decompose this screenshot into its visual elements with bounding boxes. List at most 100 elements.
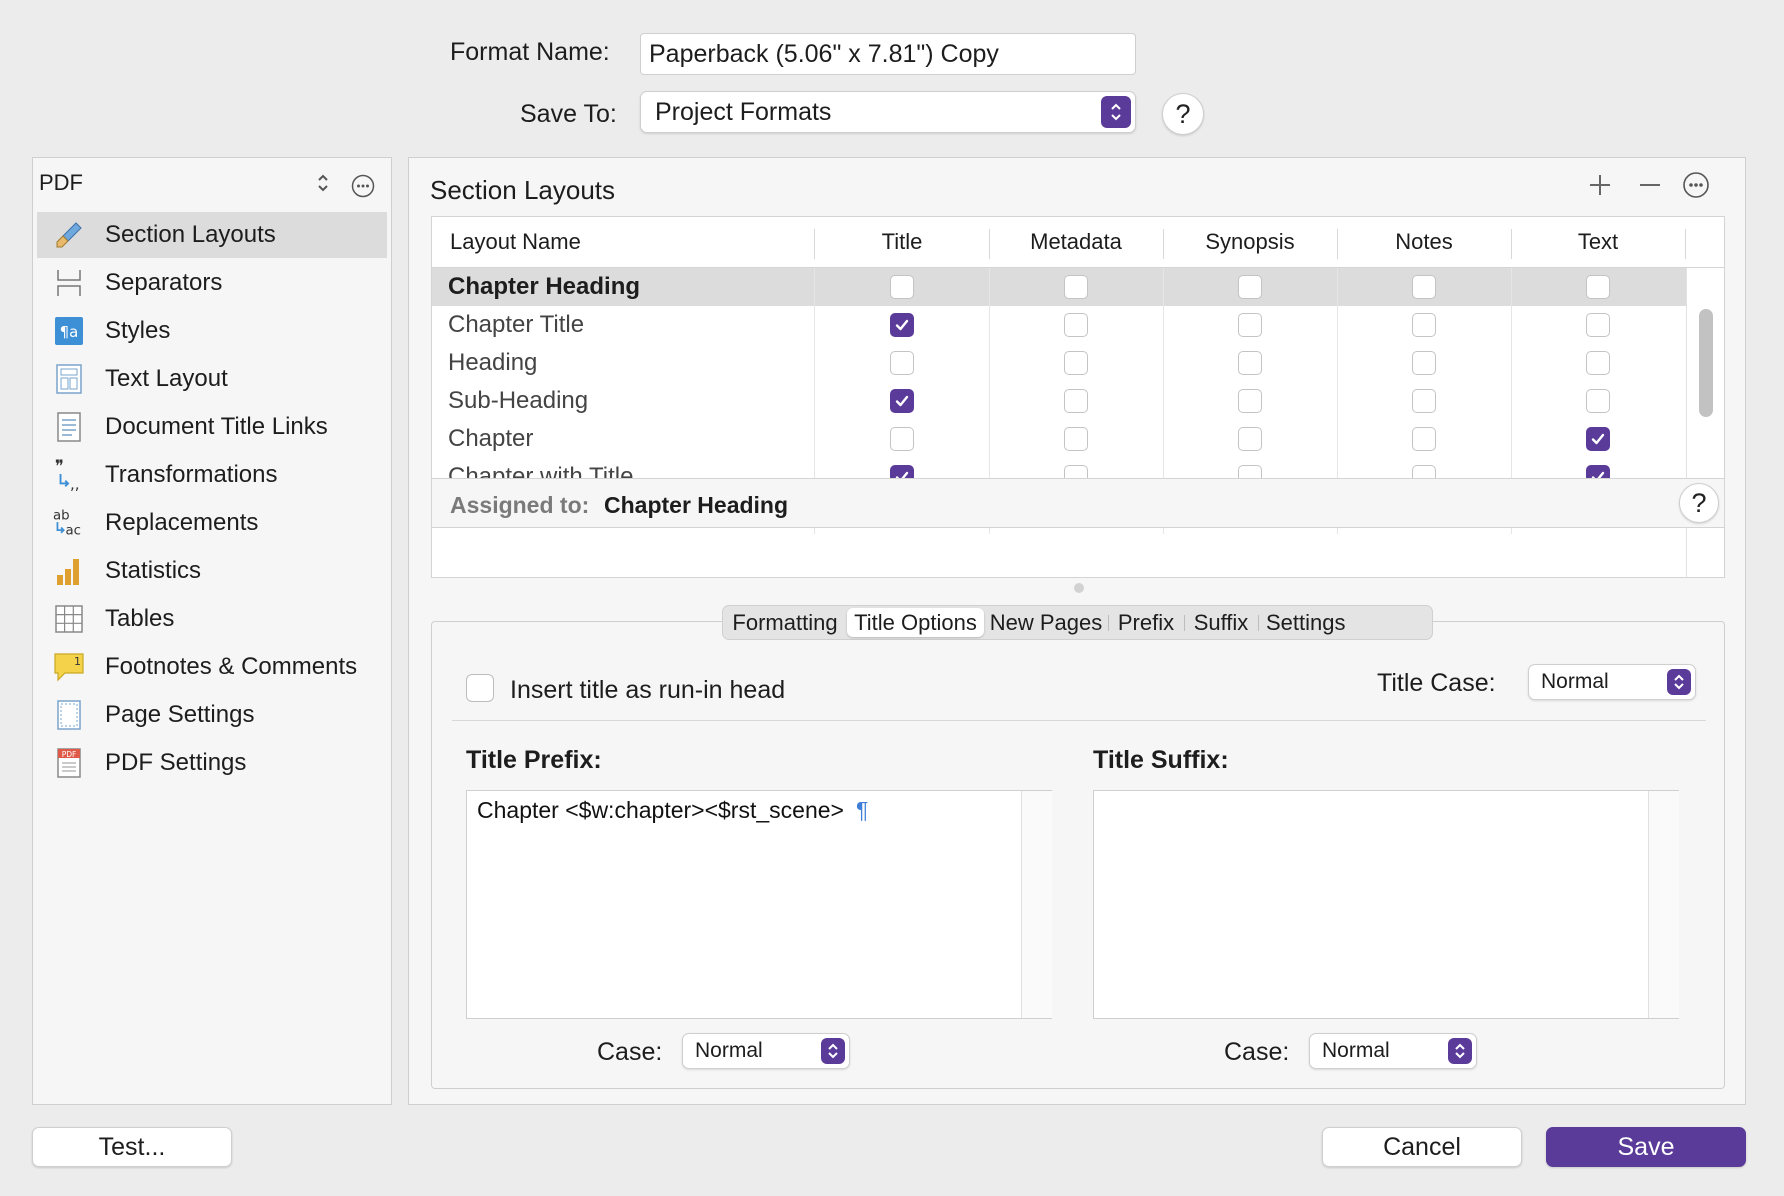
column-header-metadata[interactable]: Metadata [989, 217, 1163, 267]
title-prefix-text: Chapter <$w:chapter><$rst_scene> [477, 797, 844, 823]
checkbox[interactable] [1412, 389, 1436, 413]
table-row[interactable]: Chapter Title [432, 306, 1686, 344]
section-layouts-title: Section Layouts [430, 175, 616, 205]
sidebar-item-pdf-settings[interactable]: PDF PDF Settings [37, 740, 387, 786]
assigned-help-button[interactable]: ? [1679, 483, 1719, 523]
checkmark-icon [1591, 433, 1605, 445]
checkbox[interactable] [1064, 389, 1088, 413]
checkbox[interactable] [1586, 389, 1610, 413]
sidebar-item-separators[interactable]: Separators [37, 260, 387, 306]
checkbox[interactable] [1412, 351, 1436, 375]
checkbox[interactable] [1412, 275, 1436, 299]
checkbox[interactable] [1238, 389, 1262, 413]
run-in-checkbox[interactable] [466, 674, 494, 702]
save-to-label: Save To: [520, 100, 617, 128]
prefix-scrollbar[interactable] [1022, 791, 1052, 1018]
save-to-popup[interactable]: Project Formats [640, 91, 1136, 133]
prefix-case-label: Case: [597, 1038, 663, 1066]
tab-title-options[interactable]: Title Options [847, 606, 984, 639]
sidebar-item-text-layout[interactable]: Text Layout [37, 356, 387, 402]
sidebar-item-label: Section Layouts [105, 221, 276, 248]
column-header-synopsis[interactable]: Synopsis [1163, 217, 1337, 267]
checkbox-checked[interactable] [890, 389, 914, 413]
checkbox[interactable] [1412, 313, 1436, 337]
sidebar-more-icon[interactable] [351, 174, 375, 203]
sidebar-item-label: Styles [105, 317, 171, 344]
sidebar-item-label: Replacements [105, 509, 259, 536]
column-header-layout-name[interactable]: Layout Name [432, 217, 812, 267]
column-header-title[interactable]: Title [815, 217, 989, 267]
layout-name: Chapter Title [448, 311, 585, 338]
sidebar-item-label: PDF Settings [105, 749, 247, 776]
split-handle[interactable] [1074, 583, 1084, 593]
sidebar-item-document-title-links[interactable]: Document Title Links [37, 404, 387, 450]
table-row[interactable]: Chapter Heading [432, 268, 1686, 306]
checkbox[interactable] [1238, 275, 1262, 299]
column-header-text[interactable]: Text [1511, 217, 1685, 267]
table-row[interactable]: Sub-Heading [432, 382, 1686, 420]
brush-icon [53, 219, 85, 251]
table-scrollbar-thumb[interactable] [1699, 309, 1713, 417]
checkbox[interactable] [1064, 313, 1088, 337]
title-suffix-textarea[interactable] [1093, 790, 1679, 1019]
format-name-field[interactable]: Paperback (5.06" x 7.81") Copy [640, 33, 1136, 75]
checkbox[interactable] [890, 351, 914, 375]
sidebar-item-footnotes-comments[interactable]: 1 Footnotes & Comments [37, 644, 387, 690]
checkbox[interactable] [1412, 427, 1436, 451]
minus-icon[interactable] [1637, 172, 1663, 203]
checkbox-checked[interactable] [1586, 427, 1610, 451]
tab-suffix[interactable]: Suffix [1184, 606, 1258, 639]
tab-prefix[interactable]: Prefix [1108, 606, 1184, 639]
sidebar-item-tables[interactable]: Tables [37, 596, 387, 642]
layout-name: Sub-Heading [448, 387, 589, 414]
sidebar-item-styles[interactable]: ¶a Styles [37, 308, 387, 354]
test-button[interactable]: Test... [32, 1127, 232, 1167]
title-prefix-textarea[interactable]: Chapter <$w:chapter><$rst_scene> ¶ [466, 790, 1052, 1019]
format-type-label[interactable]: PDF [39, 170, 83, 196]
prefix-case-popup[interactable]: Normal [682, 1033, 850, 1069]
chevron-updown-icon [1101, 96, 1131, 128]
checkbox[interactable] [1064, 351, 1088, 375]
checkbox[interactable] [1586, 275, 1610, 299]
title-case-popup[interactable]: Normal [1528, 664, 1696, 700]
tab-settings[interactable]: Settings [1258, 606, 1432, 639]
svg-text:ab: ab [53, 508, 70, 523]
svg-text:PDF: PDF [62, 750, 77, 759]
tab-new-pages[interactable]: New Pages [984, 606, 1108, 639]
cancel-button[interactable]: Cancel [1322, 1127, 1522, 1167]
checkbox-checked[interactable] [890, 313, 914, 337]
checkbox[interactable] [1238, 351, 1262, 375]
format-type-stepper-icon[interactable] [316, 172, 330, 199]
sidebar-item-page-settings[interactable]: Page Settings [37, 692, 387, 738]
test-label: Test... [98, 1132, 166, 1161]
checkbox[interactable] [1238, 427, 1262, 451]
save-button[interactable]: Save [1546, 1127, 1746, 1167]
layout-name: Heading [448, 349, 538, 376]
checkbox[interactable] [890, 275, 914, 299]
checkbox[interactable] [1064, 275, 1088, 299]
tab-formatting[interactable]: Formatting [723, 606, 847, 639]
table-row[interactable]: Chapter [432, 420, 1686, 458]
title-case-label: Title Case: [1377, 669, 1496, 697]
help-button[interactable]: ? [1162, 93, 1204, 135]
table-row[interactable]: Heading [432, 344, 1686, 382]
quotes-transform-icon: ❞,, [53, 458, 85, 492]
sidebar-item-replacements[interactable]: ab ac Replacements [37, 500, 387, 546]
checkbox[interactable] [1586, 313, 1610, 337]
run-in-label: Insert title as run-in head [510, 676, 786, 704]
sidebar-item-section-layouts[interactable]: Section Layouts [37, 212, 387, 258]
plus-icon[interactable] [1587, 172, 1613, 203]
prefix-case-value: Normal [695, 1039, 763, 1062]
checkbox[interactable] [1064, 427, 1088, 451]
column-header-notes[interactable]: Notes [1337, 217, 1511, 267]
checkbox[interactable] [1238, 313, 1262, 337]
suffix-scrollbar[interactable] [1649, 791, 1679, 1018]
suffix-case-popup[interactable]: Normal [1309, 1033, 1477, 1069]
more-options-icon[interactable] [1682, 171, 1710, 204]
checkmark-icon [895, 319, 909, 331]
sidebar-item-statistics[interactable]: Statistics [37, 548, 387, 594]
title-prefix-label: Title Prefix: [466, 746, 602, 774]
sidebar-item-transformations[interactable]: ❞,, Transformations [37, 452, 387, 498]
checkbox[interactable] [890, 427, 914, 451]
checkbox[interactable] [1586, 351, 1610, 375]
